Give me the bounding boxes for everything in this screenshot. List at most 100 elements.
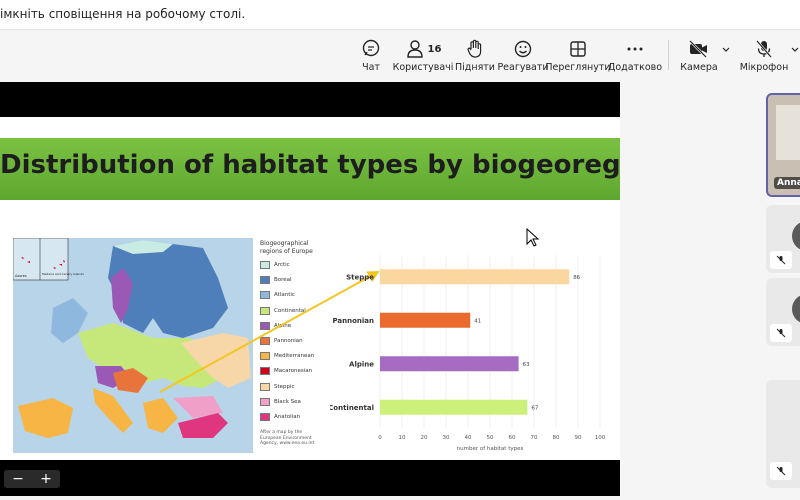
x-tick-label: 30 bbox=[443, 435, 450, 441]
x-tick-label: 100 bbox=[595, 435, 606, 441]
legend-label: Pannonian bbox=[274, 337, 303, 344]
legend-label: Black Sea bbox=[274, 398, 301, 405]
category-label: Alpine bbox=[349, 360, 374, 368]
zoom-in-button[interactable]: + bbox=[40, 471, 52, 487]
category-label: Pannonian bbox=[332, 317, 374, 325]
raise-hand-button[interactable]: Підняти bbox=[455, 38, 495, 78]
slide-title: Distribution of habitat types by biogeor… bbox=[0, 150, 620, 180]
legend-item: Black Sea bbox=[260, 396, 335, 411]
europe-map-drawing: Azores Madeira and Canary Islands bbox=[13, 238, 251, 438]
people-icon bbox=[406, 40, 423, 58]
camera-off-icon bbox=[689, 40, 707, 58]
microphone-button[interactable]: Мікрофон bbox=[739, 38, 789, 78]
legend-item: Alpine bbox=[260, 320, 335, 335]
legend-swatch bbox=[260, 382, 270, 391]
data-label: 63 bbox=[523, 362, 530, 368]
toolbar-divider bbox=[668, 40, 669, 70]
zoom-control: − + bbox=[4, 470, 60, 488]
legend-swatch bbox=[260, 321, 270, 330]
participant-tile-active[interactable]: Anna bbox=[766, 93, 800, 197]
data-label: 86 bbox=[573, 275, 580, 281]
mouse-cursor bbox=[526, 228, 540, 247]
legend-item: Pannonian bbox=[260, 335, 335, 350]
legend-swatch bbox=[260, 412, 270, 421]
chat-button[interactable]: Чат bbox=[358, 38, 384, 78]
participant-tile-3[interactable] bbox=[766, 278, 800, 346]
camera-button[interactable]: Камера bbox=[680, 38, 718, 78]
notification-text: імкніть сповіщення на робочому столі. bbox=[0, 7, 246, 21]
camera-options-button[interactable] bbox=[720, 38, 732, 78]
habitat-bar-chart: 0 10 20 30 40 50 60 70 80 90 100 number of habitat … bbox=[330, 255, 606, 452]
bar bbox=[380, 312, 471, 328]
mic-label: Мікрофон bbox=[739, 62, 789, 73]
map-inset-madeira: Madeira and Canary Islands bbox=[42, 272, 84, 276]
muted-indicator bbox=[770, 324, 792, 342]
legend-swatch bbox=[260, 367, 270, 376]
react-button[interactable]: Реагувати bbox=[497, 38, 549, 78]
legend-swatch bbox=[260, 336, 270, 345]
participant-video bbox=[776, 105, 800, 160]
camera-label: Камера bbox=[680, 62, 718, 73]
grid-view-icon bbox=[570, 41, 586, 57]
legend-item: Macaronesian bbox=[260, 365, 335, 380]
more-dots-icon bbox=[627, 47, 643, 51]
presentation-slide: Distribution of habitat types by biogeor… bbox=[0, 117, 620, 460]
users-count: 16 bbox=[427, 43, 442, 55]
mic-off-icon bbox=[776, 466, 786, 476]
legend-label: Continental bbox=[274, 307, 306, 314]
legend-label: Boreal bbox=[274, 277, 292, 284]
europe-map: Azores Madeira and Canary Islands bbox=[13, 238, 253, 453]
muted-indicator bbox=[770, 462, 792, 480]
shared-screen[interactable]: Distribution of habitat types by biogeor… bbox=[0, 82, 620, 496]
legend-item: Arctic bbox=[260, 259, 335, 274]
legend-label: Arctic bbox=[274, 262, 290, 268]
hand-icon bbox=[467, 39, 482, 58]
chevron-down-icon bbox=[791, 47, 798, 52]
participant-tile-2[interactable] bbox=[766, 205, 800, 273]
view-button[interactable]: Переглянути bbox=[545, 38, 611, 78]
meeting-toolbar: Чат 16 Користувачі Підняти Реагувати Пер… bbox=[0, 30, 800, 80]
legend-item: Atlantic bbox=[260, 289, 335, 304]
legend-item: Anatolian bbox=[260, 411, 335, 426]
legend-swatch bbox=[260, 306, 270, 315]
legend-label: Mediterranean bbox=[274, 353, 315, 360]
legend-item: Mediterranean bbox=[260, 350, 335, 365]
x-axis-label: number of habitat types bbox=[457, 446, 524, 452]
legend-item: Continental bbox=[260, 305, 335, 320]
legend-item: Steppic bbox=[260, 381, 335, 396]
mic-options-button[interactable] bbox=[789, 38, 800, 78]
category-label: Steppe bbox=[346, 273, 374, 281]
legend-label: Alpine bbox=[274, 322, 292, 329]
users-button[interactable]: 16 Користувачі bbox=[393, 38, 453, 78]
legend-swatch bbox=[260, 291, 270, 300]
raise-label: Підняти bbox=[455, 62, 495, 73]
legend-swatch bbox=[260, 397, 270, 406]
chevron-down-icon bbox=[722, 47, 730, 52]
legend-label: Atlantic bbox=[274, 292, 295, 299]
react-label: Реагувати bbox=[497, 62, 549, 73]
notification-bar: імкніть сповіщення на робочому столі. bbox=[0, 0, 800, 30]
x-tick-label: 70 bbox=[531, 435, 538, 441]
x-tick-label: 60 bbox=[509, 435, 516, 441]
category-label: Continental bbox=[330, 404, 374, 412]
bar bbox=[380, 269, 570, 285]
legend-title: Biogeographical regions of Europe bbox=[260, 240, 313, 255]
map-legend: Biogeographical regions of Europe Arctic… bbox=[260, 240, 335, 447]
chat-icon bbox=[362, 39, 380, 57]
mic-off-icon bbox=[776, 328, 786, 338]
participant-avatar bbox=[792, 221, 800, 251]
data-label: 67 bbox=[531, 405, 538, 411]
more-button[interactable]: Додатково bbox=[608, 38, 662, 78]
participant-tile-4[interactable] bbox=[766, 380, 800, 488]
chat-label: Чат bbox=[362, 62, 380, 73]
x-tick-label: 80 bbox=[553, 435, 560, 441]
x-tick-label: 90 bbox=[575, 435, 582, 441]
legend-swatch bbox=[260, 261, 270, 269]
legend-swatch bbox=[260, 352, 270, 361]
data-label: 41 bbox=[474, 318, 481, 324]
x-tick-label: 0 bbox=[378, 435, 382, 441]
x-tick-label: 50 bbox=[487, 435, 494, 441]
participant-avatar bbox=[792, 294, 800, 324]
zoom-out-button[interactable]: − bbox=[12, 471, 24, 487]
bar bbox=[380, 356, 519, 372]
